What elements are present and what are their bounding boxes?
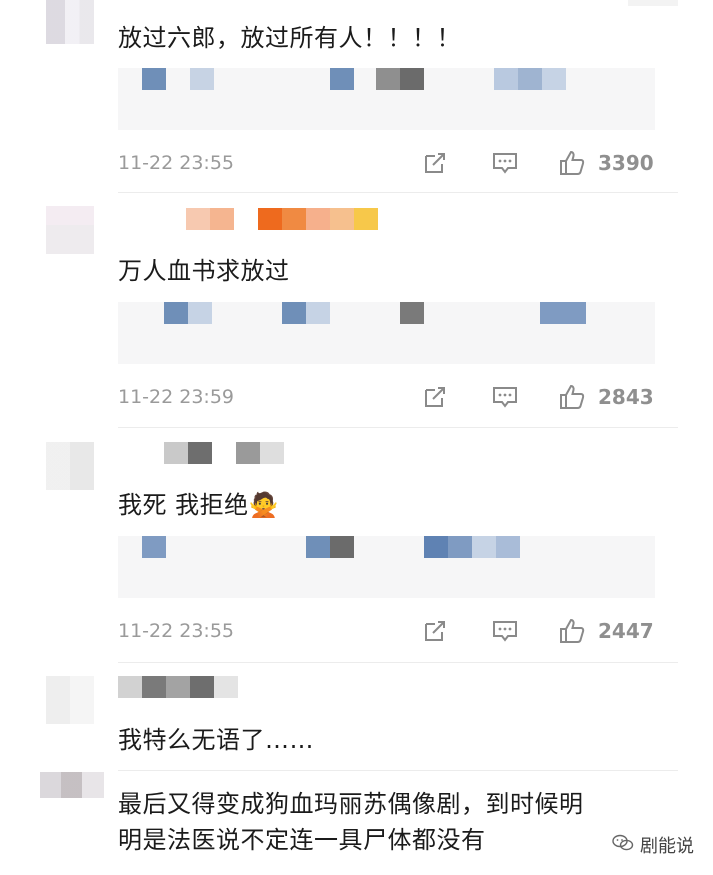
comment-text: 万人血书求放过 [118, 257, 290, 285]
share-icon[interactable] [422, 150, 448, 176]
comment-icon[interactable] [492, 618, 518, 644]
divider [118, 192, 678, 193]
blurred-username[interactable] [118, 676, 238, 698]
comment-icon[interactable] [492, 150, 518, 176]
blurred-reply-preview[interactable] [118, 68, 655, 130]
watermark-label: 剧能说 [640, 836, 694, 857]
like-count: 2843 [598, 385, 654, 409]
divider [118, 662, 678, 663]
comment-text-line-1: 最后又得变成狗血玛丽苏偶像剧，到时候明 [118, 790, 584, 818]
avatar[interactable] [46, 206, 94, 254]
like-count: 3390 [598, 151, 654, 175]
divider [118, 427, 678, 428]
thumbs-up-icon[interactable] [559, 384, 585, 410]
thumbs-up-icon[interactable] [559, 618, 585, 644]
blurred-reply-preview[interactable] [118, 302, 655, 364]
comment-text: 我死 我拒绝🙅 [118, 491, 280, 519]
comment-time: 11-22 23:55 [118, 152, 235, 174]
avatar[interactable] [46, 0, 94, 44]
avatar[interactable] [46, 442, 94, 490]
like-count: 2447 [598, 619, 654, 643]
watermark: 剧能说 [612, 832, 694, 858]
blurred-reply-preview[interactable] [118, 536, 655, 598]
comment-text-line-2: 明是法医说不定连一具尸体都没有 [118, 826, 486, 854]
comment-text: 我特么无语了…… [118, 726, 314, 754]
comment-meta: 11-22 23:55 3390 [0, 148, 713, 178]
avatar[interactable] [40, 772, 104, 798]
comment-time: 11-22 23:55 [118, 620, 235, 642]
comment-meta: 11-22 23:55 2447 [0, 616, 713, 646]
blurred-username[interactable] [118, 442, 284, 464]
thumbs-up-icon[interactable] [559, 150, 585, 176]
divider [118, 770, 678, 771]
share-icon[interactable] [422, 618, 448, 644]
comment-time: 11-22 23:59 [118, 386, 235, 408]
comment-icon[interactable] [492, 384, 518, 410]
wechat-icon [612, 834, 634, 856]
comment-meta: 11-22 23:59 2843 [0, 382, 713, 412]
comment-text: 放过六郎，放过所有人！！！！ [118, 24, 461, 52]
top-edge [628, 0, 678, 6]
share-icon[interactable] [422, 384, 448, 410]
avatar[interactable] [46, 676, 94, 724]
blurred-username[interactable] [118, 208, 378, 230]
